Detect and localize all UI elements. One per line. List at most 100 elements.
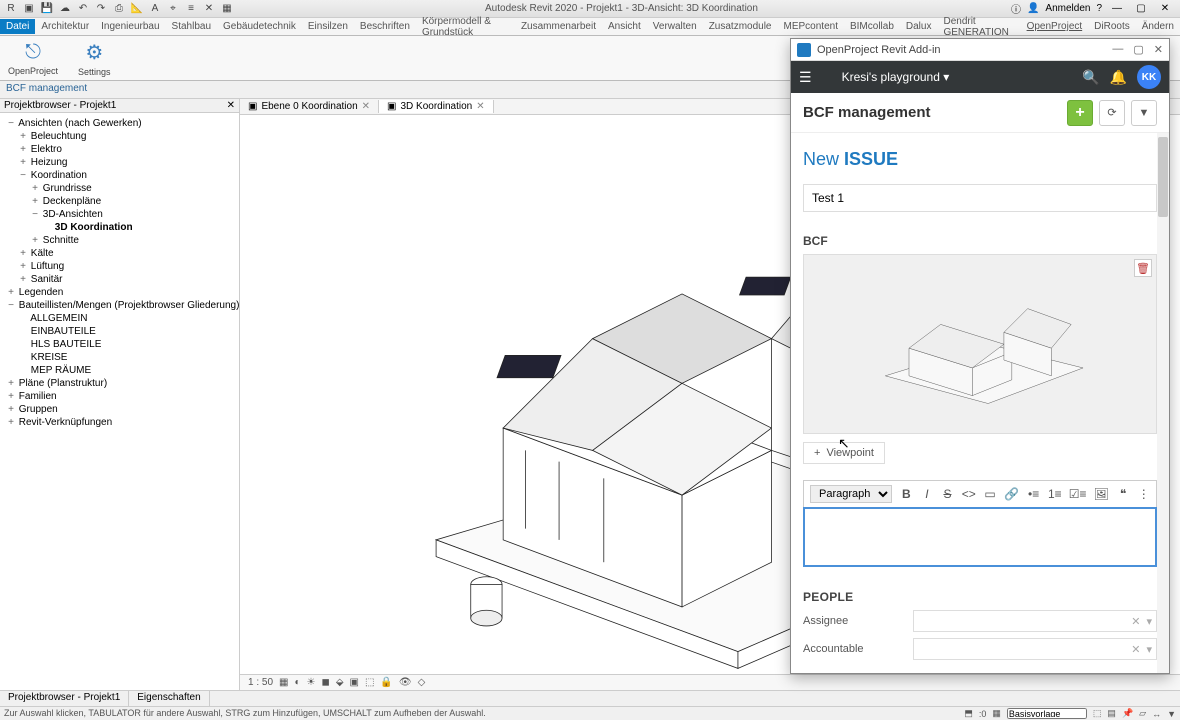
filter-button[interactable]: ▼ bbox=[1131, 100, 1157, 126]
quote-icon[interactable]: ❝ bbox=[1117, 487, 1130, 501]
tree-item[interactable]: − Bauteillisten/Mengen (Projektbrowser G… bbox=[2, 299, 237, 312]
ribbon-tab[interactable]: Dalux bbox=[900, 19, 938, 34]
sync-icon[interactable]: ☁ bbox=[58, 2, 72, 16]
ribbon-tab[interactable]: Verwalten bbox=[647, 19, 703, 34]
tree-item[interactable]: + Revit-Verknüpfungen bbox=[2, 416, 237, 429]
bottom-tab[interactable]: Eigenschaften bbox=[129, 691, 209, 706]
strike-icon[interactable]: S bbox=[941, 487, 954, 501]
ribbon-tab[interactable]: Ansicht bbox=[602, 19, 647, 34]
avatar[interactable]: KK bbox=[1137, 65, 1161, 89]
crop-view-icon[interactable]: ▣ bbox=[350, 677, 359, 688]
bottom-tab[interactable]: Projektbrowser - Projekt1 bbox=[0, 691, 129, 706]
tree-item[interactable]: + Heizung bbox=[2, 156, 237, 169]
link-icon[interactable]: 🔗 bbox=[1004, 487, 1019, 501]
redo-icon[interactable]: ↷ bbox=[94, 2, 108, 16]
temp-hide-icon[interactable]: 👁 bbox=[399, 677, 412, 688]
user-icon[interactable]: 👤 bbox=[1027, 3, 1039, 14]
lock-3d-icon[interactable]: 🔒 bbox=[380, 677, 392, 688]
issue-title-input[interactable] bbox=[803, 184, 1157, 212]
op-maximize-button[interactable]: ▢ bbox=[1133, 43, 1143, 56]
reveal-hidden-icon[interactable]: ◇ bbox=[418, 677, 426, 688]
codeblock-icon[interactable]: ▭ bbox=[984, 487, 997, 501]
select-underlay-icon[interactable]: ▤ bbox=[1107, 708, 1116, 719]
tree-item[interactable]: + Sanitär bbox=[2, 273, 237, 286]
project-browser-tree[interactable]: − Ansichten (nach Gewerken)+ Beleuchtung… bbox=[0, 113, 239, 690]
ribbon-tab[interactable]: Ändern bbox=[1136, 19, 1180, 34]
ribbon-tab[interactable]: Zusatzmodule bbox=[703, 19, 778, 34]
tree-item[interactable]: + Schnitte bbox=[2, 234, 237, 247]
tab-close-icon[interactable]: ✕ bbox=[476, 101, 484, 112]
tree-item[interactable]: + Grundrisse bbox=[2, 182, 237, 195]
ribbon-tab[interactable]: Dendrit GENERATION bbox=[937, 14, 1020, 40]
tree-item[interactable]: − 3D-Ansichten bbox=[2, 208, 237, 221]
save-icon[interactable]: 💾 bbox=[40, 2, 54, 16]
ribbon-tab[interactable]: Architektur bbox=[35, 19, 95, 34]
design-options-icon[interactable]: :0 bbox=[979, 709, 987, 719]
project-browser-close-icon[interactable]: ✕ bbox=[227, 100, 235, 111]
scrollbar-thumb[interactable] bbox=[1158, 137, 1168, 217]
view-tab[interactable]: ▣3D Koordination✕ bbox=[379, 100, 494, 113]
tree-item[interactable]: + Lüftung bbox=[2, 260, 237, 273]
ribbon-tab[interactable]: MEPcontent bbox=[778, 19, 844, 34]
type-label[interactable]: ISSUE bbox=[844, 149, 898, 169]
bold-icon[interactable]: B bbox=[900, 487, 913, 501]
assignee-select[interactable]: ✕▾ bbox=[913, 610, 1157, 632]
tree-item[interactable]: − Ansichten (nach Gewerken) bbox=[2, 117, 237, 130]
undo-icon[interactable]: ↶ bbox=[76, 2, 90, 16]
task-list-icon[interactable]: ☑≡ bbox=[1070, 487, 1086, 501]
view-tab[interactable]: ▣Ebene 0 Koordination✕ bbox=[240, 100, 379, 113]
ribbon-tab[interactable]: Ingenieurbau bbox=[95, 19, 165, 34]
add-viewpoint-button[interactable]: + Viewpoint bbox=[803, 442, 885, 464]
numbered-list-icon[interactable]: 1≡ bbox=[1048, 487, 1062, 501]
tree-item[interactable]: 3D Koordination bbox=[2, 221, 237, 234]
maximize-button[interactable]: ▢ bbox=[1132, 3, 1150, 14]
viewpoint-thumbnail[interactable]: 🗑 bbox=[803, 254, 1157, 434]
rendering-icon[interactable]: ⬙ bbox=[336, 677, 344, 688]
delete-viewpoint-icon[interactable]: 🗑 bbox=[1134, 259, 1152, 277]
close-button[interactable]: ✕ bbox=[1156, 3, 1174, 14]
image-icon[interactable]: 🖼 bbox=[1094, 487, 1109, 501]
ribbon-tab[interactable]: BIMcollab bbox=[844, 19, 900, 34]
minimize-button[interactable]: — bbox=[1108, 3, 1126, 14]
ribbon-tab[interactable]: DiRoots bbox=[1088, 19, 1136, 34]
bell-icon[interactable]: 🔔 bbox=[1110, 69, 1127, 86]
ribbon-tab[interactable]: Datei bbox=[0, 19, 35, 34]
ribbon-tab[interactable]: Stahlbau bbox=[166, 19, 217, 34]
tab-close-icon[interactable]: ✕ bbox=[362, 101, 370, 112]
tree-item[interactable]: EINBAUTEILE bbox=[2, 325, 237, 338]
accountable-select[interactable]: ✕▾ bbox=[913, 638, 1157, 660]
visual-style-icon[interactable]: ◐ bbox=[294, 677, 300, 688]
open-icon[interactable]: ▣ bbox=[22, 2, 36, 16]
select-pinned-icon[interactable]: 📌 bbox=[1122, 708, 1133, 719]
tree-item[interactable]: ALLGEMEIN bbox=[2, 312, 237, 325]
more-icon[interactable]: ⋮ bbox=[1137, 487, 1150, 501]
bullet-list-icon[interactable]: •≡ bbox=[1027, 487, 1040, 501]
paragraph-style-select[interactable]: Paragraph bbox=[810, 485, 892, 503]
view-scale[interactable]: 1 : 50 bbox=[248, 677, 273, 688]
op-close-button[interactable]: ✕ bbox=[1154, 43, 1163, 56]
tree-item[interactable]: MEP RÄUME bbox=[2, 364, 237, 377]
description-editor[interactable] bbox=[803, 507, 1157, 567]
create-button[interactable]: + bbox=[1067, 100, 1093, 126]
filter-icon[interactable]: ▼ bbox=[1167, 709, 1176, 719]
refresh-button[interactable]: ⟳ bbox=[1099, 100, 1125, 126]
print-icon[interactable]: ⎙ bbox=[112, 2, 126, 16]
template-input[interactable] bbox=[1007, 708, 1087, 719]
crop-region-visible-icon[interactable]: ⬚ bbox=[365, 677, 374, 688]
tree-item[interactable]: + Familien bbox=[2, 390, 237, 403]
sun-path-icon[interactable]: ☀ bbox=[307, 677, 316, 688]
hamburger-icon[interactable]: ☰ bbox=[799, 69, 812, 86]
switch-windows-icon[interactable]: ▦ bbox=[220, 2, 234, 16]
tree-item[interactable]: + Pläne (Planstruktur) bbox=[2, 377, 237, 390]
select-face-icon[interactable]: ▱ bbox=[1139, 708, 1146, 719]
thin-lines-icon[interactable]: ≡ bbox=[184, 2, 198, 16]
tree-item[interactable]: HLS BAUTEILE bbox=[2, 338, 237, 351]
tree-item[interactable]: + Deckenpläne bbox=[2, 195, 237, 208]
text-icon[interactable]: A bbox=[148, 2, 162, 16]
close-hidden-icon[interactable]: ✕ bbox=[202, 2, 216, 16]
drag-elements-icon[interactable]: ↔ bbox=[1152, 709, 1161, 719]
search-icon[interactable]: 🔍 bbox=[1082, 69, 1099, 86]
ribbon-tab[interactable]: Gebäudetechnik bbox=[217, 19, 302, 34]
project-selector[interactable]: Kresi's playground ▾ bbox=[822, 70, 1073, 84]
tree-item[interactable]: KREISE bbox=[2, 351, 237, 364]
